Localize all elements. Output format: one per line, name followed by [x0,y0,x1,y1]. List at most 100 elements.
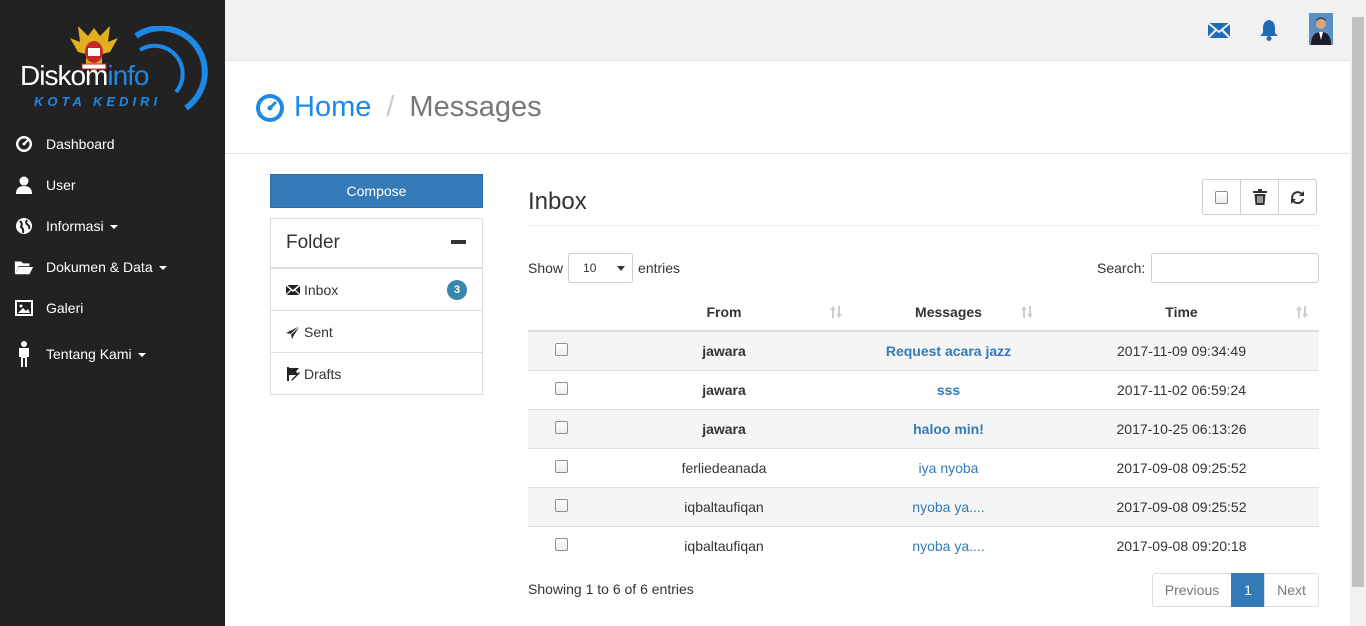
sidebar-item-label: Dashboard [46,136,115,152]
pagination-previous[interactable]: Previous [1152,573,1232,607]
table-row[interactable]: jawara Request acara jazz 2017-11-09 09:… [528,330,1319,370]
vertical-scrollbar[interactable] [1350,0,1366,626]
sort-icon [1021,306,1033,318]
message-time: 2017-10-25 06:13:26 [1044,408,1319,448]
topbar [225,0,1350,61]
message-sender: jawara [595,330,853,370]
user-avatar[interactable] [1309,13,1333,45]
bell-icon[interactable] [1257,18,1281,42]
user-icon [14,175,34,195]
caret-down-icon [158,266,167,271]
table-row[interactable]: iqbaltaufiqan nyoba ya.... 2017-09-08 09… [528,486,1319,526]
delete-button[interactable] [1240,179,1279,215]
folder-item-drafts[interactable]: Drafts [271,352,482,394]
sidebar-item-label: Dokumen & Data [46,259,167,275]
collapse-icon[interactable] [451,240,466,244]
sidebar-item-dokumen-data[interactable]: Dokumen & Data [0,249,225,285]
pagination-next[interactable]: Next [1264,573,1319,607]
envelope-icon[interactable] [1207,18,1231,42]
entries-length-control: Show 10 entries [528,253,680,283]
brand-subtitle: KOTA KEDIRI [34,94,162,109]
drafts-icon [287,366,300,381]
table-info: Showing 1 to 6 of 6 entries [528,581,694,597]
search-input[interactable] [1151,253,1320,283]
search-label: Search: [1097,260,1146,276]
envelope-icon [286,283,300,295]
sidebar-item-user[interactable]: User [0,167,225,203]
column-header-time[interactable]: Time [1044,294,1319,332]
message-time: 2017-09-08 09:20:18 [1044,525,1319,565]
table-row[interactable]: jawara sss 2017-11-02 06:59:24 [528,369,1319,409]
globe-icon [14,216,34,236]
sidebar-item-label: Informasi [46,218,118,234]
send-icon [286,325,300,339]
message-link[interactable]: haloo min! [913,421,984,437]
entries-label: entries [638,260,681,276]
dashboard-icon [14,134,34,154]
row-checkbox[interactable] [555,537,568,551]
folder-item-label: Drafts [304,365,342,382]
table-row[interactable]: iqbaltaufiqan nyoba ya.... 2017-09-08 09… [528,525,1319,565]
select-all-button[interactable] [1202,179,1241,215]
sort-icon [1296,306,1308,318]
message-link[interactable]: nyoba ya.... [912,499,984,515]
message-link[interactable]: iya nyoba [919,460,979,476]
unread-count-badge: 3 [447,280,467,300]
breadcrumb-home-link[interactable]: Home [294,91,371,124]
folder-item-label: Sent [304,323,333,340]
sidebar-item-informasi[interactable]: Informasi [0,208,225,244]
message-sender: jawara [595,408,853,448]
breadcrumb-separator: / [386,91,395,123]
message-time: 2017-11-09 09:34:49 [1044,330,1319,370]
person-icon [14,341,34,367]
brand-logo[interactable]: Diskominfo KOTA KEDIRI [0,0,225,120]
caret-down-icon [137,353,146,358]
message-time: 2017-09-08 09:25:52 [1044,486,1319,526]
refresh-button[interactable] [1278,179,1317,215]
table-header-row: From Messages Time [528,294,1319,332]
message-link[interactable]: Request acara jazz [886,343,1011,359]
show-label: Show [528,260,564,276]
refresh-icon [1291,190,1304,204]
entries-select[interactable]: 10 [568,253,634,283]
mailbox-toolbar [1202,179,1317,215]
sidebar-item-dashboard[interactable]: Dashboard [0,126,225,162]
messages-table: From Messages Time jawara Request acara … [528,294,1319,565]
folder-item-inbox[interactable]: Inbox 3 [271,268,482,310]
message-link[interactable]: nyoba ya.... [912,538,984,554]
picture-icon [14,298,34,318]
row-checkbox[interactable] [555,381,568,395]
folder-item-sent[interactable]: Sent [271,310,482,352]
folder-header: Folder [271,219,482,268]
sidebar: Diskominfo KOTA KEDIRI Dashboard User In… [0,0,225,626]
page-title: Messages [409,91,542,123]
divider [528,225,1319,226]
table-row[interactable]: ferliedeanada iya nyoba 2017-09-08 09:25… [528,447,1319,487]
scrollbar-thumb[interactable] [1352,17,1364,587]
trash-icon [1252,189,1267,205]
caret-down-icon [109,225,118,230]
message-time: 2017-09-08 09:25:52 [1044,447,1319,487]
sort-icon [830,306,842,318]
row-checkbox[interactable] [555,498,568,512]
sidebar-item-galeri[interactable]: Galeri [0,290,225,326]
compose-button[interactable]: Compose [270,174,483,208]
dashboard-icon [256,93,284,122]
row-checkbox[interactable] [555,342,568,356]
checkbox-column-header [528,294,595,332]
sidebar-item-tentang-kami[interactable]: Tentang Kami [0,336,225,372]
row-checkbox[interactable] [555,459,568,473]
message-link[interactable]: sss [937,382,960,398]
row-checkbox[interactable] [555,420,568,434]
folder-item-label: Inbox [304,281,339,298]
pagination-page-1[interactable]: 1 [1231,573,1265,607]
column-header-from[interactable]: From [595,294,853,332]
dropdown-arrow-icon [617,266,626,271]
select-all-checkbox[interactable] [1215,190,1228,204]
folder-panel: Folder Inbox 3 Sent Drafts [270,218,483,395]
inbox-title: Inbox [528,188,587,215]
message-sender: iqbaltaufiqan [595,486,853,526]
table-row[interactable]: jawara haloo min! 2017-10-25 06:13:26 [528,408,1319,448]
message-time: 2017-11-02 06:59:24 [1044,369,1319,409]
column-header-messages[interactable]: Messages [853,294,1044,332]
